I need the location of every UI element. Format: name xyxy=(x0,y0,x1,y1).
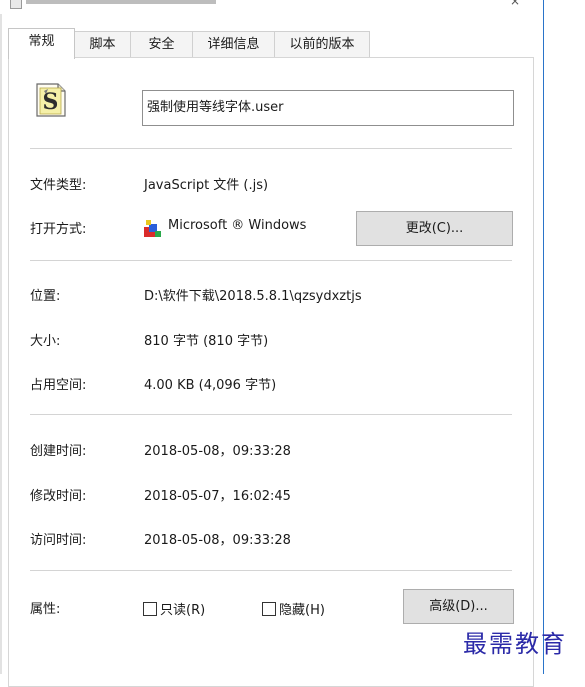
separator xyxy=(30,148,512,149)
separator xyxy=(30,414,512,415)
file-name-input[interactable]: 强制使用等线字体.user xyxy=(142,90,514,126)
separator xyxy=(30,570,512,571)
advanced-button[interactable]: 高级(D)... xyxy=(403,589,514,624)
accessed-label: 访问时间: xyxy=(30,533,87,548)
size-value: 810 字节 (810 字节) xyxy=(144,334,269,349)
location-value: D:\软件下载\2018.5.8.1\qzsydxztjs xyxy=(144,289,362,304)
size-on-disk-label: 占用空间: xyxy=(30,378,87,393)
tab-script[interactable]: 脚本 xyxy=(74,31,131,57)
window-title-icon xyxy=(10,0,22,9)
open-with-label: 打开方式: xyxy=(30,222,87,237)
js-script-file-icon: S xyxy=(34,82,68,118)
created-value: 2018-05-08，09:33:28 xyxy=(144,444,291,459)
watermark-text: 最需教育 xyxy=(463,630,567,658)
created-label: 创建时间: xyxy=(30,444,87,459)
window-left-border xyxy=(0,0,2,674)
hidden-label: 隐藏(H) xyxy=(279,603,325,618)
location-label: 位置: xyxy=(30,289,61,304)
title-bar-partial: × xyxy=(0,0,545,14)
tab-details[interactable]: 详细信息 xyxy=(192,31,275,57)
modified-label: 修改时间: xyxy=(30,489,87,504)
modified-value: 2018-05-07，16:02:45 xyxy=(144,489,291,504)
change-button[interactable]: 更改(C)... xyxy=(356,211,513,246)
tab-previous-versions[interactable]: 以前的版本 xyxy=(274,31,370,57)
tab-security[interactable]: 安全 xyxy=(130,31,193,57)
open-with-value: Microsoft ® Windows xyxy=(168,218,307,233)
close-icon[interactable]: × xyxy=(510,0,520,8)
file-type-value: JavaScript 文件 (.js) xyxy=(144,178,269,193)
readonly-checkbox[interactable]: 只读(R) xyxy=(143,599,205,618)
window-title-cropped xyxy=(26,0,216,4)
readonly-label: 只读(R) xyxy=(160,603,206,618)
file-type-label: 文件类型: xyxy=(30,178,87,193)
hidden-checkbox[interactable]: 隐藏(H) xyxy=(262,599,325,618)
attributes-label: 属性: xyxy=(30,602,61,617)
checkbox-box[interactable] xyxy=(143,601,157,616)
accessed-value: 2018-05-08，09:33:28 xyxy=(144,533,291,548)
size-label: 大小: xyxy=(30,334,61,349)
size-on-disk-value: 4.00 KB (4,096 字节) xyxy=(144,378,277,393)
separator xyxy=(30,260,512,261)
tab-general[interactable]: 常规 xyxy=(8,28,75,59)
svg-text:S: S xyxy=(43,89,59,115)
windows-script-host-icon xyxy=(143,219,165,239)
window-right-border xyxy=(543,0,544,674)
checkbox-box[interactable] xyxy=(262,601,276,616)
